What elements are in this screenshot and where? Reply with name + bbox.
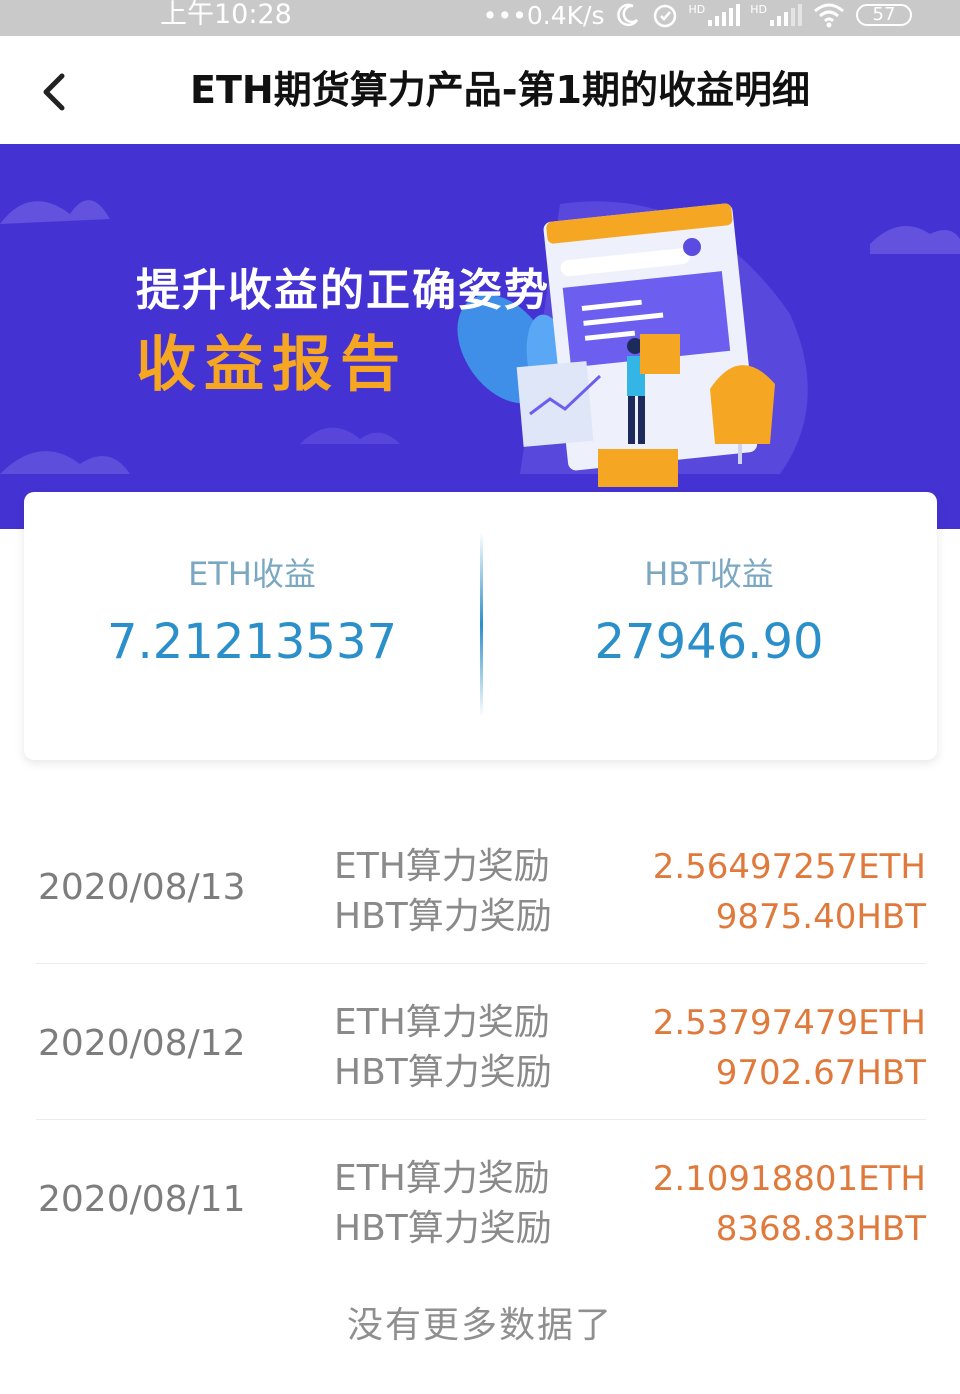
list-item: 2020/08/11 ETH算力奖励 HBT算力奖励 2.10918801ETH… <box>36 1120 926 1275</box>
reward-date: 2020/08/12 <box>38 1023 246 1064</box>
signal-icon: HD <box>689 4 741 26</box>
reward-amount-eth: 2.10918801ETH <box>652 1159 926 1199</box>
reward-type-hbt: HBT算力奖励 <box>334 896 552 937</box>
reward-amounts: 2.10918801ETH 8368.83HBT <box>653 1154 926 1254</box>
wifi-icon <box>814 3 844 28</box>
list-item: 2020/08/12 ETH算力奖励 HBT算力奖励 2.53797479ETH… <box>36 964 926 1120</box>
page-title: ETH期货算力产品-第1期的收益明细 <box>190 68 810 112</box>
eth-earnings: ETH收益 7.21213537 <box>24 492 480 672</box>
reward-amount-hbt: 9875.40HBT <box>715 897 926 937</box>
banner-subheadline: 收益报告 <box>136 330 408 400</box>
promo-banner: 提升收益的正确姿势 收益报告 <box>0 144 960 529</box>
hbt-earnings-label: HBT收益 <box>644 555 774 593</box>
reward-type-hbt: HBT算力奖励 <box>334 1208 552 1249</box>
no-more-data-text: 没有更多数据了 <box>346 1305 613 1346</box>
eth-earnings-label: ETH收益 <box>188 555 316 593</box>
hbt-earnings: HBT收益 27946.90 <box>481 492 937 672</box>
signal-icon: HD <box>750 4 802 26</box>
reward-amount-hbt: 9702.67HBT <box>715 1053 926 1093</box>
hbt-earnings-value: 27946.90 <box>594 614 824 670</box>
reward-type-eth: ETH算力奖励 <box>334 1158 550 1199</box>
earnings-summary-card: ETH收益 7.21213537 HBT收益 27946.90 <box>24 492 937 760</box>
eth-earnings-value: 7.21213537 <box>106 614 398 670</box>
reward-type-eth: ETH算力奖励 <box>334 1002 550 1043</box>
status-bar: 上午10:28 •••0.4K/s HD HD 57 <box>0 0 960 36</box>
reward-amounts: 2.53797479ETH 9702.67HBT <box>653 998 926 1098</box>
battery-icon: 57 <box>856 4 912 26</box>
nav-bar: ETH期货算力产品-第1期的收益明细 <box>0 36 960 144</box>
list-item: 2020/08/13 ETH算力奖励 HBT算力奖励 2.56497257ETH… <box>36 808 926 964</box>
status-icons: •••0.4K/s HD HD 57 <box>483 0 912 30</box>
network-speed: •••0.4K/s <box>482 0 605 30</box>
reward-date: 2020/08/13 <box>38 867 246 908</box>
reward-amounts: 2.56497257ETH 9875.40HBT <box>653 842 926 942</box>
alarm-icon <box>653 4 676 28</box>
reward-amount-eth: 2.56497257ETH <box>652 847 926 887</box>
reward-types: ETH算力奖励 HBT算力奖励 <box>334 842 552 942</box>
reward-type-hbt: HBT算力奖励 <box>334 1052 552 1093</box>
reward-list: 2020/08/13 ETH算力奖励 HBT算力奖励 2.56497257ETH… <box>36 808 926 1275</box>
reward-types: ETH算力奖励 HBT算力奖励 <box>334 1154 552 1254</box>
reward-amount-hbt: 8368.83HBT <box>715 1209 926 1249</box>
reward-types: ETH算力奖励 HBT算力奖励 <box>334 998 552 1098</box>
moon-icon <box>616 3 638 27</box>
reward-date: 2020/08/11 <box>38 1179 246 1220</box>
reward-amount-eth: 2.53797479ETH <box>652 1003 926 1043</box>
reward-type-eth: ETH算力奖励 <box>334 846 550 887</box>
banner-headline: 提升收益的正确姿势 <box>136 265 550 316</box>
status-time: 上午10:28 <box>160 0 292 30</box>
